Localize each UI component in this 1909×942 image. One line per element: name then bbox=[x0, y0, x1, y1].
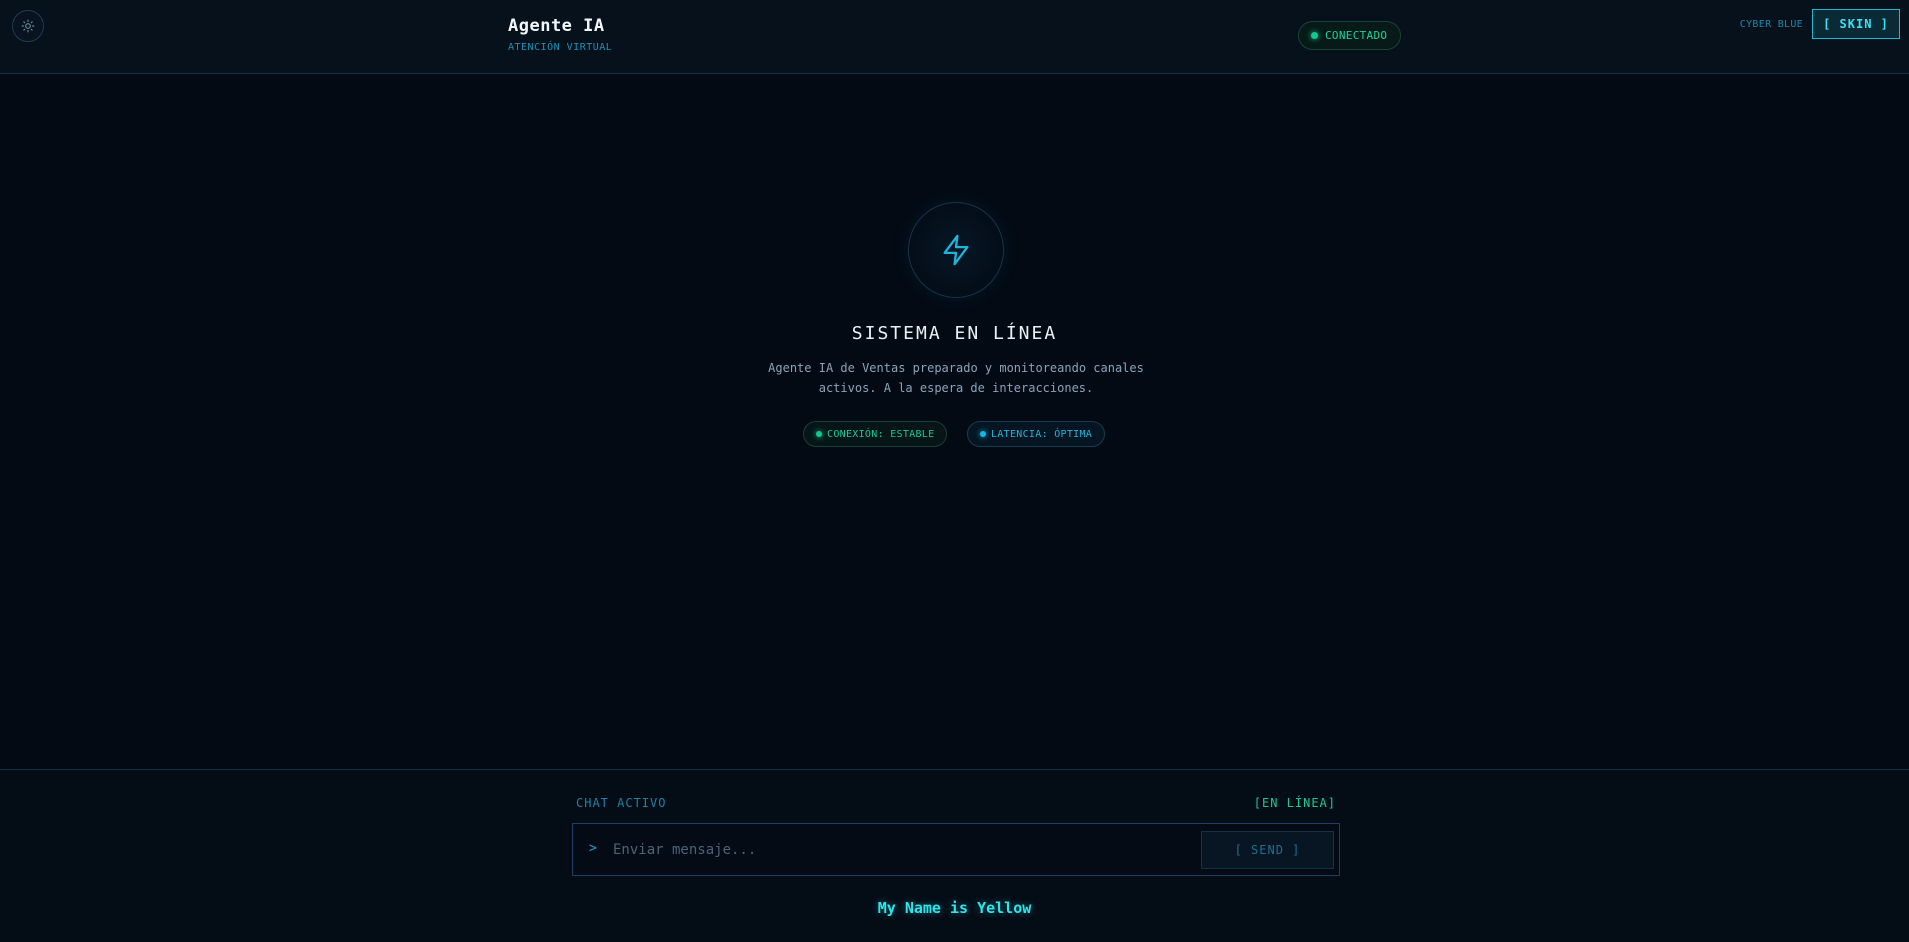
system-status-description: Agente IA de Ventas preparado y monitore… bbox=[754, 358, 1158, 398]
connection-dot-icon bbox=[816, 431, 822, 437]
connection-chip: CONEXIÓN: ESTABLE bbox=[803, 421, 948, 447]
description-line-1: Agente IA de Ventas preparado y monitore… bbox=[768, 361, 1144, 375]
lightning-icon bbox=[943, 234, 969, 266]
skin-button[interactable]: [ SKIN ] bbox=[1812, 9, 1900, 39]
message-input[interactable] bbox=[611, 835, 1171, 865]
connection-chip-label: CONEXIÓN: ESTABLE bbox=[827, 428, 935, 440]
app-subtitle: ATENCIÓN VIRTUAL bbox=[508, 42, 613, 53]
sun-icon bbox=[21, 19, 35, 33]
app-title: Agente IA bbox=[508, 16, 605, 36]
send-button[interactable]: [ SEND ] bbox=[1201, 831, 1334, 869]
hero-icon-circle bbox=[908, 202, 1004, 298]
skin-name-label: CYBER BLUE bbox=[1739, 19, 1803, 30]
description-line-2: activos. A la espera de interacciones. bbox=[818, 381, 1094, 395]
latency-chip: LATENCIA: ÓPTIMA bbox=[967, 421, 1106, 447]
theme-toggle-button[interactable] bbox=[12, 10, 44, 42]
prompt-chevron-icon: > bbox=[589, 841, 597, 856]
chat-panel: CHAT ACTIVO [EN LÍNEA] > [ SEND ] My Nam… bbox=[0, 769, 1909, 942]
system-status-title: SISTEMA EN LÍNEA bbox=[851, 323, 1058, 344]
connection-status-badge: CONECTADO bbox=[1298, 21, 1402, 50]
connection-status-label: CONECTADO bbox=[1325, 29, 1388, 42]
chat-status-label: [EN LÍNEA] bbox=[1253, 796, 1336, 810]
message-composer: > [ SEND ] bbox=[572, 823, 1340, 876]
latency-chip-label: LATENCIA: ÓPTIMA bbox=[991, 428, 1093, 440]
latency-dot-icon bbox=[980, 431, 986, 437]
brand: Agente IA ATENCIÓN VIRTUAL bbox=[508, 16, 612, 53]
app-header: Agente IA ATENCIÓN VIRTUAL CONECTADO CYB… bbox=[0, 0, 1909, 74]
footer-name-text: My Name is Yellow bbox=[877, 899, 1032, 917]
chat-label: CHAT ACTIVO bbox=[576, 796, 667, 810]
status-dot-icon bbox=[1311, 32, 1318, 39]
